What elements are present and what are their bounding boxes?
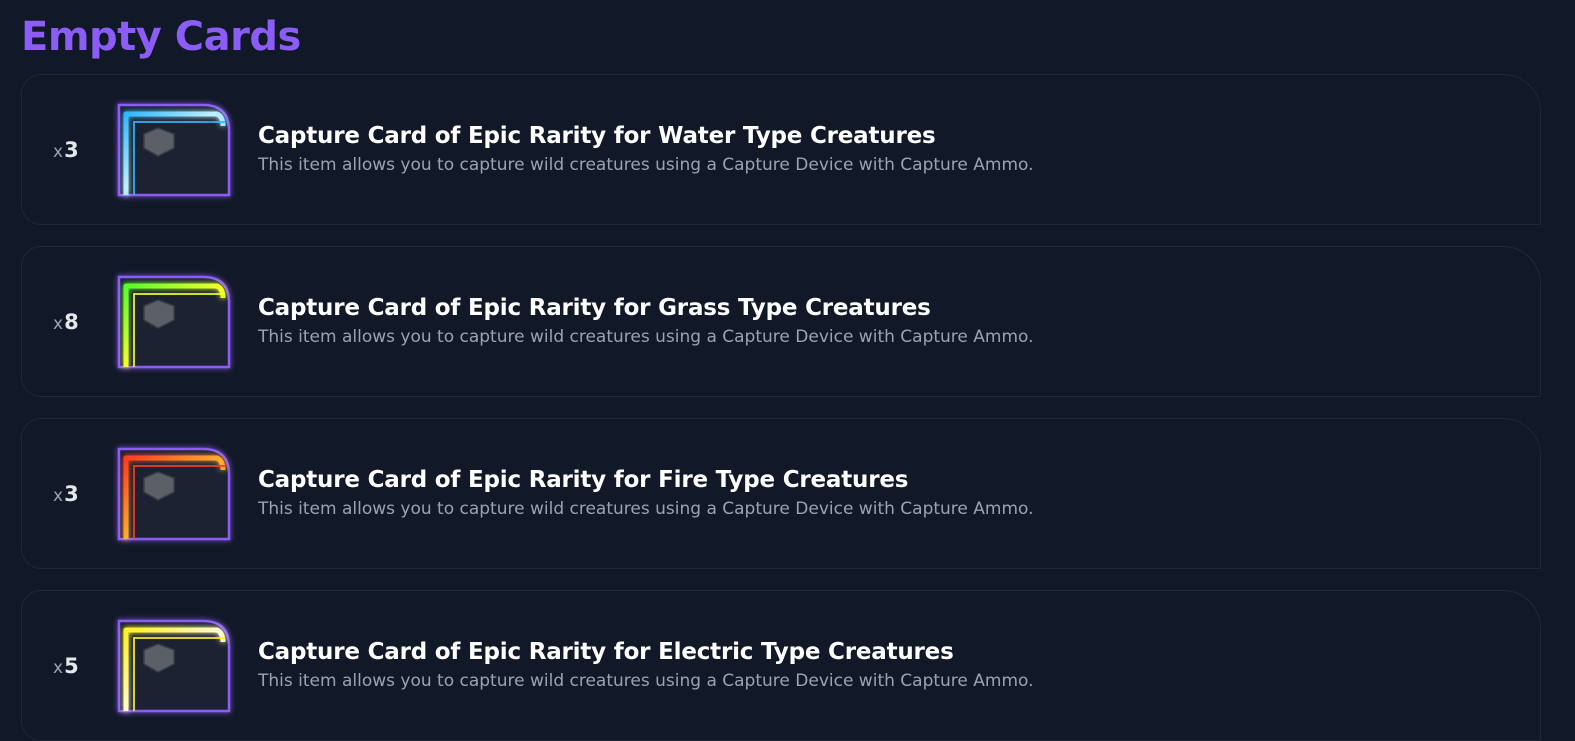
quantity-badge: x3 bbox=[22, 138, 118, 162]
item-title: Capture Card of Epic Rarity for Fire Typ… bbox=[258, 466, 909, 493]
list-item[interactable]: x3 bbox=[21, 74, 1541, 225]
grass-capture-card-icon bbox=[117, 275, 231, 368]
item-description: This item allows you to capture wild cre… bbox=[258, 498, 1034, 519]
quantity-value: 5 bbox=[64, 653, 79, 678]
item-description: This item allows you to capture wild cre… bbox=[258, 670, 1034, 691]
list-item[interactable]: x5 Capture Card of Epic Rarity for Elect… bbox=[21, 590, 1541, 741]
item-description: This item allows you to capture wild cre… bbox=[258, 154, 1034, 175]
item-text: Capture Card of Epic Rarity for Electric… bbox=[258, 639, 1034, 691]
list-item[interactable]: x3 bbox=[21, 418, 1541, 569]
item-text: Capture Card of Epic Rarity for Grass Ty… bbox=[258, 295, 1034, 347]
quantity-prefix: x bbox=[53, 313, 64, 334]
quantity-badge: x5 bbox=[22, 654, 118, 678]
quantity-badge: x8 bbox=[22, 310, 118, 334]
item-text: Capture Card of Epic Rarity for Water Ty… bbox=[258, 123, 1034, 175]
item-text: Capture Card of Epic Rarity for Fire Typ… bbox=[258, 467, 1034, 519]
item-description: This item allows you to capture wild cre… bbox=[258, 326, 1034, 347]
fire-capture-card-icon bbox=[117, 447, 231, 540]
quantity-prefix: x bbox=[53, 485, 64, 506]
electric-capture-card-icon bbox=[117, 619, 231, 712]
item-title: Capture Card of Epic Rarity for Grass Ty… bbox=[258, 294, 931, 321]
water-capture-card-icon bbox=[117, 103, 231, 196]
quantity-prefix: x bbox=[53, 141, 64, 162]
quantity-badge: x3 bbox=[22, 482, 118, 506]
quantity-value: 3 bbox=[64, 481, 79, 506]
empty-cards-page: Empty Cards x3 Capture Card of Epic Rari… bbox=[21, 0, 1541, 741]
quantity-value: 8 bbox=[64, 309, 79, 334]
item-title: Capture Card of Epic Rarity for Electric… bbox=[258, 638, 954, 665]
item-title: Capture Card of Epic Rarity for Water Ty… bbox=[258, 122, 936, 149]
quantity-prefix: x bbox=[53, 657, 64, 678]
section-title: Empty Cards bbox=[21, 14, 301, 60]
quantity-value: 3 bbox=[64, 137, 79, 162]
list-item[interactable]: x8 Capture Card of Epic Rarity for Grass… bbox=[21, 246, 1541, 397]
card-list: x3 Capture Card of Epic Rarity for Water… bbox=[21, 74, 1541, 741]
